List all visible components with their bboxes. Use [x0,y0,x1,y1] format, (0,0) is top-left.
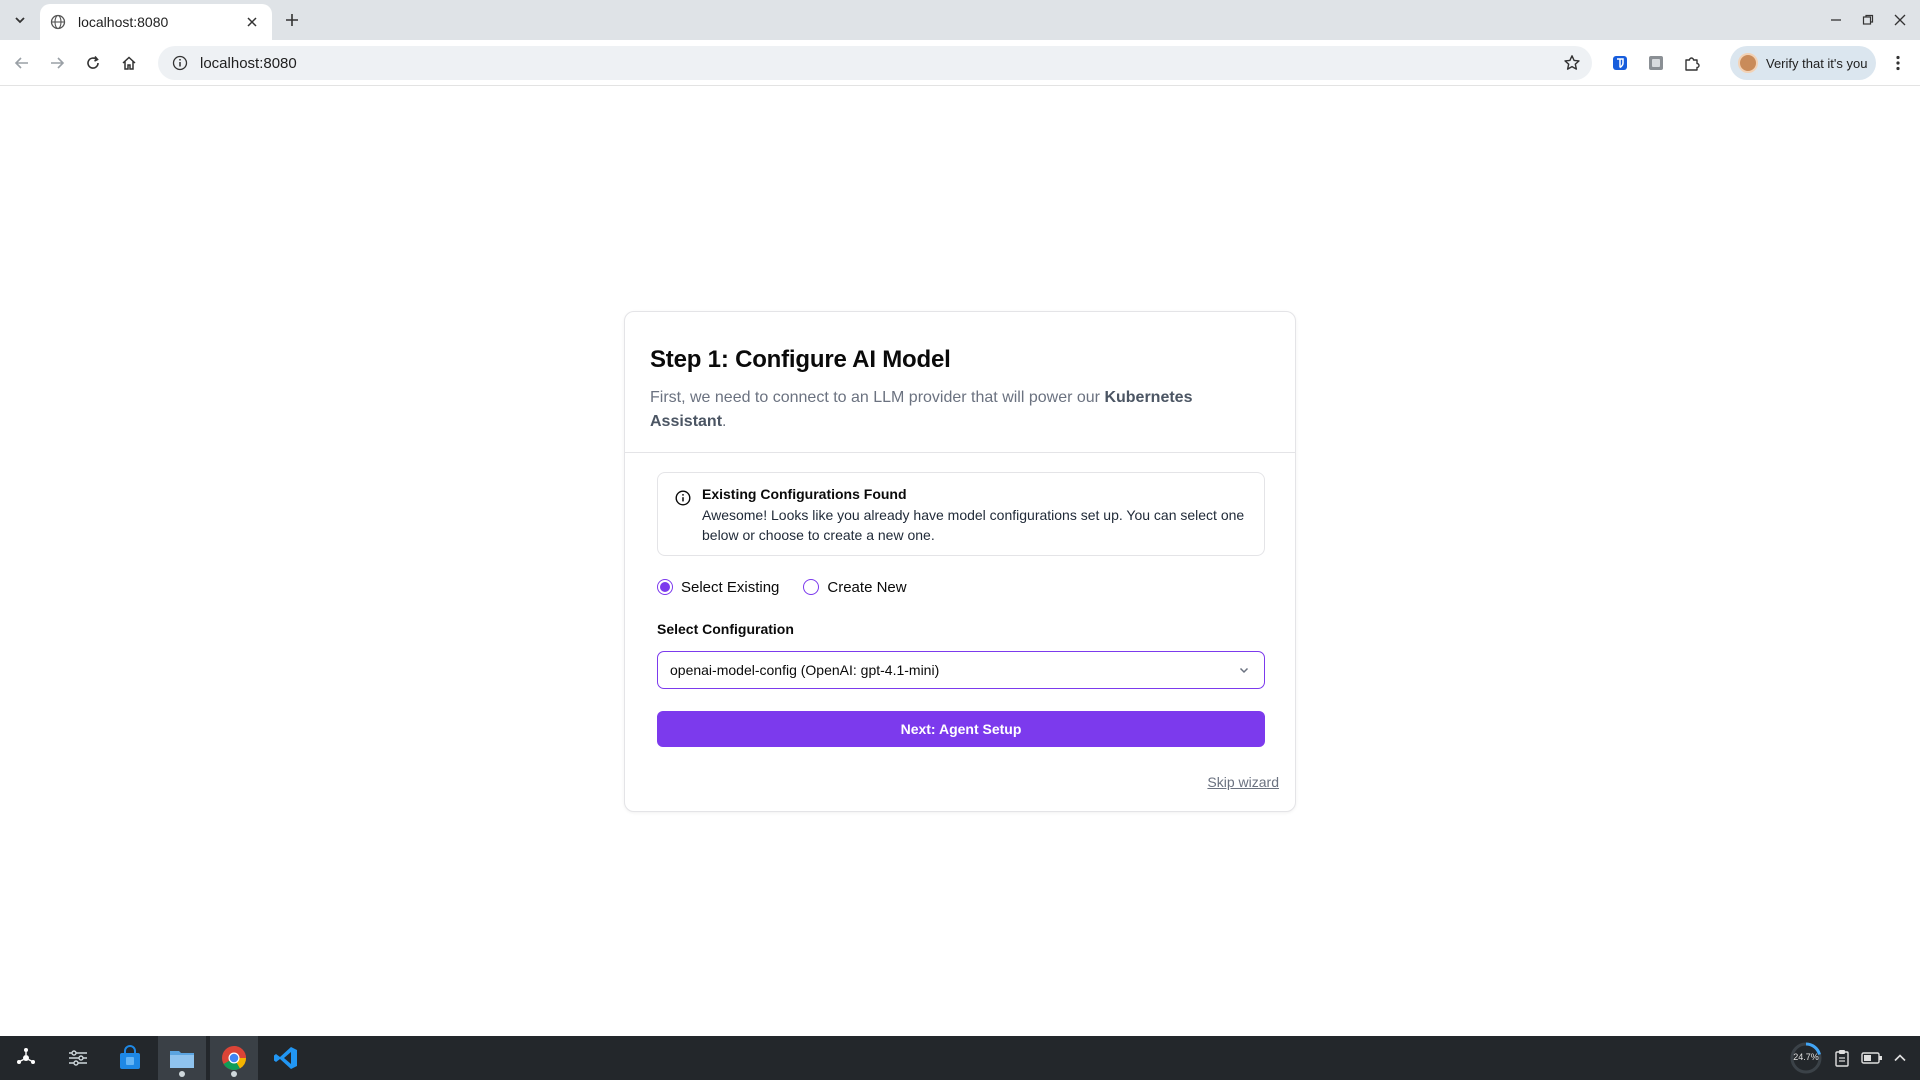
app-launcher-button[interactable] [2,1036,50,1080]
chevron-down-icon [1236,662,1252,678]
chevron-up-icon [1894,1054,1906,1062]
extension-box-icon [1649,56,1663,70]
arrow-right-icon [51,57,65,69]
arrow-left-icon [14,57,28,69]
radio-label[interactable]: Create New [827,579,906,596]
config-mode-radio-group: Select Existing Create New [657,576,931,598]
alert-title: Existing Configurations Found [702,486,907,502]
url-text[interactable]: localhost:8080 [200,55,1558,72]
description-suffix: . [722,413,727,430]
restore-icon [1862,14,1874,25]
profile-verify-button[interactable]: Verify that it's you [1730,46,1876,80]
os-taskbar: 24.7% [0,1036,1920,1080]
cpu-usage-indicator[interactable]: 24.7% [1788,1040,1824,1076]
taskbar-chrome[interactable] [210,1036,258,1080]
plus-icon [286,14,298,26]
taskbar-settings[interactable] [54,1036,102,1080]
radio-create-new[interactable]: Create New [803,579,907,596]
browser-tab-active[interactable]: localhost:8080 [40,4,272,40]
browser-tabstrip: localhost:8080 [0,0,1920,40]
close-icon [1894,14,1906,26]
skip-wizard-link[interactable]: Skip wizard [1207,774,1279,790]
page-content: Step 1: Configure AI Model First, we nee… [0,87,1920,1036]
extensions-menu-button[interactable] [1678,49,1706,77]
home-button[interactable] [115,49,143,77]
chrome-icon [222,1046,246,1071]
shield-icon [1613,56,1627,70]
radio-circle[interactable] [803,579,820,595]
vscode-icon [274,1047,297,1069]
folder-icon [170,1051,194,1068]
close-icon [247,17,257,27]
address-bar[interactable]: localhost:8080 [158,46,1592,80]
existing-config-alert: Existing Configurations Found Awesome! L… [657,472,1265,556]
radio-label[interactable]: Select Existing [681,579,779,596]
browser-toolbar: localhost:8080 Verify that it's you [0,40,1920,86]
radio-circle-selected[interactable] [657,579,673,595]
radio-dot [660,582,670,592]
browser-menu-button[interactable] [1884,49,1912,77]
minimize-button[interactable] [1822,8,1850,32]
reload-icon [87,55,99,69]
setup-wizard-card: Step 1: Configure AI Model First, we nee… [624,311,1296,812]
taskbar-store[interactable] [106,1036,154,1080]
tray-expand[interactable] [1888,1046,1912,1070]
kebab-menu-icon [1896,55,1900,71]
clipboard-icon [1835,1050,1849,1067]
description-prefix: First, we need to connect to an LLM prov… [650,389,1105,406]
selected-configuration-value: openai-model-config (OpenAI: gpt-4.1-min… [670,662,940,678]
password-manager-extension[interactable] [1606,49,1634,77]
reload-button[interactable] [79,49,107,77]
home-icon [122,56,136,70]
alert-body: Awesome! Looks like you already have mod… [702,507,1245,543]
taskbar-vscode[interactable] [262,1036,310,1080]
forward-button[interactable] [43,49,71,77]
card-header: Step 1: Configure AI Model First, we nee… [625,312,1295,453]
globe-icon [50,14,66,30]
tab-search-button[interactable] [6,8,34,32]
launcher-icon [17,1048,35,1064]
avatar [1738,53,1758,73]
minimize-icon [1831,19,1841,21]
cpu-usage-text: 24.7% [1793,1052,1819,1062]
running-indicator [231,1071,237,1077]
page-title: Step 1: Configure AI Model [650,346,951,373]
info-icon [675,490,691,506]
configuration-select[interactable]: openai-model-config (OpenAI: gpt-4.1-min… [657,651,1265,689]
tab-title: localhost:8080 [78,14,169,30]
select-configuration-label: Select Configuration [657,621,794,637]
site-info-icon[interactable] [172,55,188,71]
card-description: First, we need to connect to an LLM prov… [650,386,1250,434]
battery-icon [1861,1052,1882,1064]
running-indicator [179,1071,185,1077]
chevron-down-icon [15,17,25,24]
tab-close-button[interactable] [242,12,262,32]
back-button[interactable] [8,49,36,77]
restore-button[interactable] [1854,8,1882,32]
store-bag-icon [120,1045,140,1069]
next-agent-setup-button[interactable]: Next: Agent Setup [657,711,1265,747]
new-tab-button[interactable] [280,8,304,32]
extension-button[interactable] [1642,49,1670,77]
radio-select-existing[interactable]: Select Existing [657,579,779,596]
taskbar-files[interactable] [158,1036,206,1080]
bookmark-star-icon[interactable] [1558,49,1586,77]
profile-verify-label: Verify that it's you [1766,55,1868,71]
tray-battery[interactable] [1860,1046,1884,1070]
puzzle-icon [1685,57,1700,71]
sliders-icon [69,1050,87,1066]
close-window-button[interactable] [1886,8,1914,32]
tray-clipboard[interactable] [1830,1046,1854,1070]
